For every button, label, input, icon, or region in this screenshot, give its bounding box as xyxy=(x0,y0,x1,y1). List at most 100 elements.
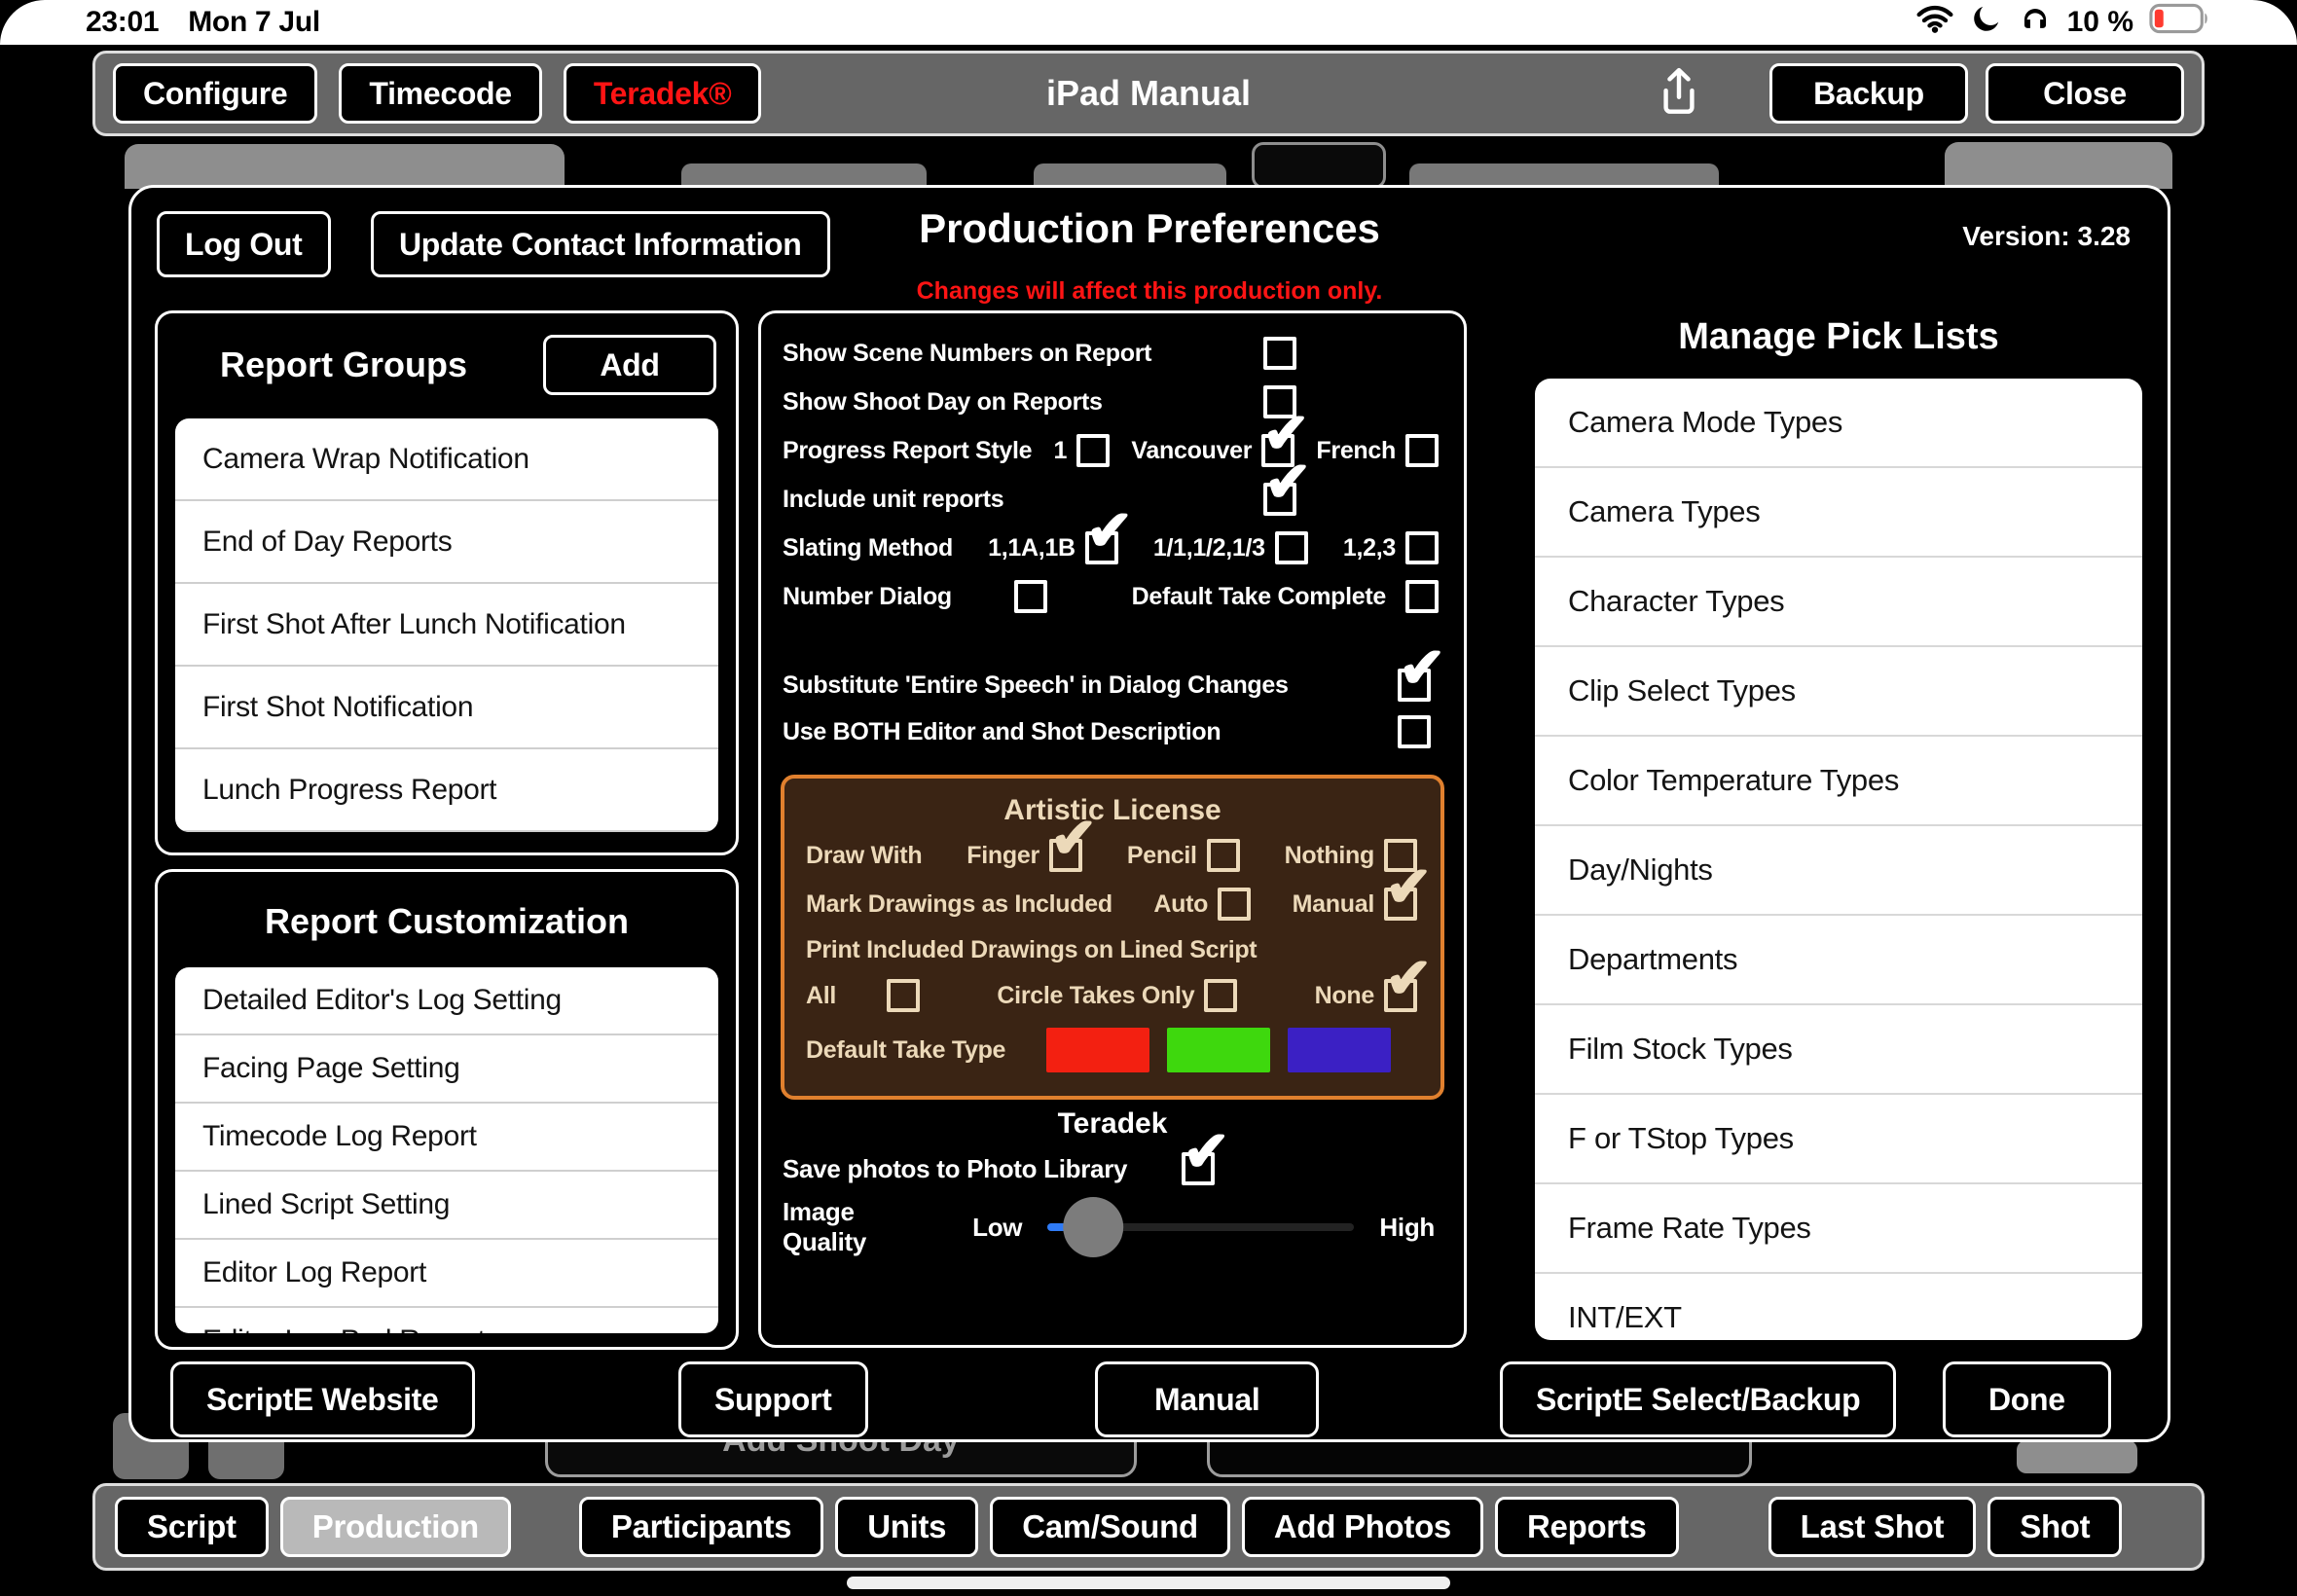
background-remnant xyxy=(1252,142,1386,189)
list-item[interactable]: Lunch Progress Report xyxy=(175,749,718,832)
print-none-checkbox[interactable] xyxy=(1384,979,1417,1012)
option-label: Vancouver xyxy=(1131,437,1252,465)
pref-label: Show Scene Numbers on Report xyxy=(783,340,1151,368)
list-item[interactable]: First Shot After Lunch Notification xyxy=(175,584,718,667)
list-item[interactable]: Camera Types xyxy=(1535,468,2142,558)
progress-style-french-checkbox[interactable] xyxy=(1405,434,1439,467)
teradek-button[interactable]: Teradek® xyxy=(564,63,762,124)
draw-with-pencil-checkbox[interactable] xyxy=(1207,839,1240,872)
list-item[interactable]: F or TStop Types xyxy=(1535,1095,2142,1184)
list-item[interactable]: Camera Wrap Notification xyxy=(175,418,718,501)
substitute-entire-speech-checkbox[interactable] xyxy=(1398,669,1431,702)
tab-add-photos[interactable]: Add Photos xyxy=(1242,1497,1483,1557)
backup-button[interactable]: Backup xyxy=(1769,63,1968,124)
manual-button[interactable]: Manual xyxy=(1095,1361,1319,1437)
artistic-license-title: Artistic License xyxy=(806,790,1419,831)
pref-label: Slating Method xyxy=(783,534,953,562)
support-button[interactable]: Support xyxy=(678,1361,868,1437)
take-type-red-swatch[interactable] xyxy=(1046,1028,1149,1072)
battery-icon xyxy=(2149,3,2211,42)
list-item[interactable]: Facing Page Setting xyxy=(175,1035,718,1104)
list-item[interactable]: Timecode Log Report xyxy=(175,1104,718,1172)
wifi-icon xyxy=(1915,3,1954,42)
tab-last-shot[interactable]: Last Shot xyxy=(1768,1497,1977,1557)
slating-fraction-checkbox[interactable] xyxy=(1275,531,1308,564)
tab-script[interactable]: Script xyxy=(115,1497,269,1557)
pref-label: Save photos to Photo Library xyxy=(783,1154,1127,1184)
default-take-complete-checkbox[interactable] xyxy=(1405,580,1439,613)
pref-row: Substitute 'Entire Speech' in Dialog Cha… xyxy=(783,662,1442,708)
list-item[interactable]: INT/EXT xyxy=(1535,1274,2142,1340)
option-label: French xyxy=(1316,437,1396,465)
option-label: None xyxy=(1315,982,1374,1010)
pref-row: Mark Drawings as Included Auto Manual xyxy=(806,880,1419,928)
list-item[interactable]: Editor Log Pad Report xyxy=(175,1308,718,1333)
teradek-section-title: Teradek xyxy=(783,1100,1442,1143)
draw-with-finger-checkbox[interactable] xyxy=(1049,839,1082,872)
pref-row: Use BOTH Editor and Shot Description xyxy=(783,708,1442,755)
report-customization-title: Report Customization xyxy=(158,901,736,942)
take-type-blue-swatch[interactable] xyxy=(1288,1028,1391,1072)
pref-label: Image Quality xyxy=(783,1197,941,1257)
tab-participants[interactable]: Participants xyxy=(579,1497,823,1557)
preferences-panel: Show Scene Numbers on Report Show Shoot … xyxy=(758,310,1467,1348)
list-item[interactable]: Day/Nights xyxy=(1535,826,2142,916)
scripte-website-button[interactable]: ScriptE Website xyxy=(170,1361,475,1437)
list-item[interactable]: Detailed Editor's Log Setting xyxy=(175,967,718,1035)
home-indicator[interactable] xyxy=(847,1577,1450,1589)
list-item[interactable]: Color Temperature Types xyxy=(1535,737,2142,826)
close-button[interactable]: Close xyxy=(1986,63,2184,124)
list-item[interactable]: Frame Rate Types xyxy=(1535,1184,2142,1274)
list-item[interactable]: Character Types xyxy=(1535,558,2142,647)
print-all-checkbox[interactable] xyxy=(887,979,920,1012)
save-photos-checkbox[interactable] xyxy=(1182,1152,1215,1185)
mark-drawings-manual-checkbox[interactable] xyxy=(1384,888,1417,921)
status-bar: 23:01 Mon 7 Jul 10 % xyxy=(0,0,2297,45)
tab-shot[interactable]: Shot xyxy=(1987,1497,2122,1557)
headphones-icon xyxy=(2019,4,2052,41)
option-label: Circle Takes Only xyxy=(997,982,1194,1010)
scripte-select-backup-button[interactable]: ScriptE Select/Backup xyxy=(1500,1361,1896,1437)
use-both-descriptions-checkbox[interactable] xyxy=(1398,715,1431,748)
artistic-license-panel: Artistic License Draw With Finger Pencil… xyxy=(781,775,1444,1100)
done-button[interactable]: Done xyxy=(1943,1361,2111,1437)
tab-production[interactable]: Production xyxy=(280,1497,511,1557)
tab-reports[interactable]: Reports xyxy=(1495,1497,1679,1557)
slating-1-2-3-checkbox[interactable] xyxy=(1405,531,1439,564)
pref-row: Draw With Finger Pencil Nothing xyxy=(806,831,1419,880)
take-type-green-swatch[interactable] xyxy=(1167,1028,1270,1072)
pref-label: Number Dialog xyxy=(783,583,952,611)
list-item[interactable]: Clip Select Types xyxy=(1535,647,2142,737)
mark-drawings-auto-checkbox[interactable] xyxy=(1218,888,1251,921)
configure-button[interactable]: Configure xyxy=(113,63,317,124)
option-label: All xyxy=(806,982,836,1010)
list-item[interactable]: Lined Script Setting xyxy=(175,1172,718,1240)
image-quality-thumb[interactable] xyxy=(1063,1197,1123,1257)
list-item[interactable]: Editor Log Report xyxy=(175,1240,718,1308)
show-scene-numbers-checkbox[interactable] xyxy=(1263,337,1296,370)
timecode-button[interactable]: Timecode xyxy=(339,63,541,124)
pref-label: Include unit reports xyxy=(783,486,1003,514)
number-dialog-checkbox[interactable] xyxy=(1014,580,1047,613)
list-item[interactable]: Camera Mode Types xyxy=(1535,379,2142,468)
pref-label: Print Included Drawings on Lined Script xyxy=(806,936,1257,964)
tab-cam-sound[interactable]: Cam/Sound xyxy=(990,1497,1230,1557)
tab-units[interactable]: Units xyxy=(835,1497,978,1557)
add-report-group-button[interactable]: Add xyxy=(543,335,716,395)
include-unit-reports-checkbox[interactable] xyxy=(1263,483,1296,516)
option-label: 1,2,3 xyxy=(1343,534,1396,562)
list-item[interactable]: First Shot Notification xyxy=(175,667,718,749)
report-groups-title: Report Groups xyxy=(220,345,467,385)
default-take-type-row: Default Take Type xyxy=(806,1020,1419,1080)
print-circle-takes-checkbox[interactable] xyxy=(1204,979,1237,1012)
list-item[interactable]: Departments xyxy=(1535,916,2142,1005)
share-icon[interactable] xyxy=(1657,64,1701,124)
background-remnant xyxy=(1945,142,2172,189)
slating-1-1a-1b-checkbox[interactable] xyxy=(1085,531,1118,564)
list-item[interactable]: End of Day Reports xyxy=(175,501,718,584)
progress-style-1-checkbox[interactable] xyxy=(1076,434,1110,467)
pref-row: Print Included Drawings on Lined Script xyxy=(806,928,1419,971)
pref-label: Mark Drawings as Included xyxy=(806,890,1112,919)
image-quality-slider[interactable] xyxy=(1047,1223,1354,1231)
list-item[interactable]: Film Stock Types xyxy=(1535,1005,2142,1095)
